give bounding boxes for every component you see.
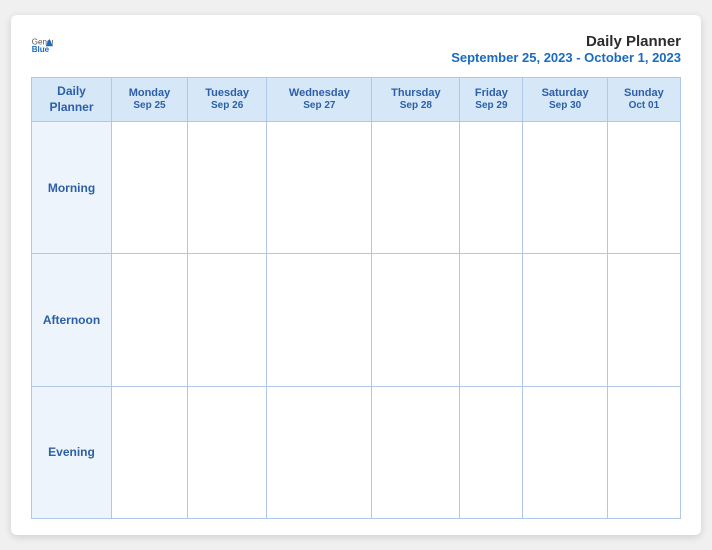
cell-morning-monday[interactable]: [112, 122, 188, 254]
cell-evening-thursday[interactable]: [372, 386, 460, 518]
col-header-sunday: Sunday Oct 01: [607, 78, 680, 122]
col-saturday-date: Sep 30: [527, 100, 602, 112]
col-label-planner: Planner: [36, 100, 107, 116]
row-label-afternoon: Afternoon: [32, 254, 112, 386]
cell-afternoon-tuesday[interactable]: [187, 254, 266, 386]
col-header-friday: Friday Sep 29: [460, 78, 523, 122]
cell-morning-saturday[interactable]: [523, 122, 607, 254]
col-thursday-day: Thursday: [376, 87, 455, 100]
row-morning: Morning: [32, 122, 681, 254]
cell-morning-tuesday[interactable]: [187, 122, 266, 254]
col-saturday-day: Saturday: [527, 87, 602, 100]
row-label-evening: Evening: [32, 386, 112, 518]
col-label-daily: Daily: [36, 84, 107, 100]
col-sunday-date: Oct 01: [612, 100, 676, 112]
col-header-daily-planner: Daily Planner: [32, 78, 112, 122]
cell-morning-wednesday[interactable]: [267, 122, 372, 254]
col-thursday-date: Sep 28: [376, 100, 455, 112]
col-tuesday-day: Tuesday: [192, 87, 262, 100]
title-main: Daily Planner: [451, 33, 681, 50]
header-row: Daily Planner Monday Sep 25 Tuesday Sep …: [32, 78, 681, 122]
col-tuesday-date: Sep 26: [192, 100, 262, 112]
cell-evening-sunday[interactable]: [607, 386, 680, 518]
col-header-tuesday: Tuesday Sep 26: [187, 78, 266, 122]
col-header-wednesday: Wednesday Sep 27: [267, 78, 372, 122]
col-friday-date: Sep 29: [464, 100, 518, 112]
col-header-saturday: Saturday Sep 30: [523, 78, 607, 122]
title-area: Daily Planner September 25, 2023 - Octob…: [451, 33, 681, 65]
col-monday-date: Sep 25: [116, 100, 183, 112]
col-sunday-day: Sunday: [612, 87, 676, 100]
col-header-thursday: Thursday Sep 28: [372, 78, 460, 122]
cell-evening-wednesday[interactable]: [267, 386, 372, 518]
cell-evening-friday[interactable]: [460, 386, 523, 518]
logo-icon: General Blue: [31, 33, 53, 55]
title-sub: September 25, 2023 - October 1, 2023: [451, 50, 681, 65]
cell-morning-thursday[interactable]: [372, 122, 460, 254]
svg-text:Blue: Blue: [32, 45, 50, 54]
row-afternoon: Afternoon: [32, 254, 681, 386]
col-monday-day: Monday: [116, 87, 183, 100]
col-header-monday: Monday Sep 25: [112, 78, 188, 122]
cell-afternoon-thursday[interactable]: [372, 254, 460, 386]
cell-morning-friday[interactable]: [460, 122, 523, 254]
cell-afternoon-sunday[interactable]: [607, 254, 680, 386]
page: General Blue Daily Planner September 25,…: [11, 15, 701, 535]
cell-evening-saturday[interactable]: [523, 386, 607, 518]
col-wednesday-date: Sep 27: [271, 100, 367, 112]
cell-afternoon-monday[interactable]: [112, 254, 188, 386]
header: General Blue Daily Planner September 25,…: [31, 33, 681, 65]
cell-afternoon-friday[interactable]: [460, 254, 523, 386]
calendar-table: Daily Planner Monday Sep 25 Tuesday Sep …: [31, 77, 681, 519]
cell-afternoon-wednesday[interactable]: [267, 254, 372, 386]
row-label-morning: Morning: [32, 122, 112, 254]
col-friday-day: Friday: [464, 87, 518, 100]
cell-evening-tuesday[interactable]: [187, 386, 266, 518]
cell-morning-sunday[interactable]: [607, 122, 680, 254]
cell-afternoon-saturday[interactable]: [523, 254, 607, 386]
col-wednesday-day: Wednesday: [271, 87, 367, 100]
row-evening: Evening: [32, 386, 681, 518]
cell-evening-monday[interactable]: [112, 386, 188, 518]
logo-area: General Blue: [31, 33, 53, 55]
